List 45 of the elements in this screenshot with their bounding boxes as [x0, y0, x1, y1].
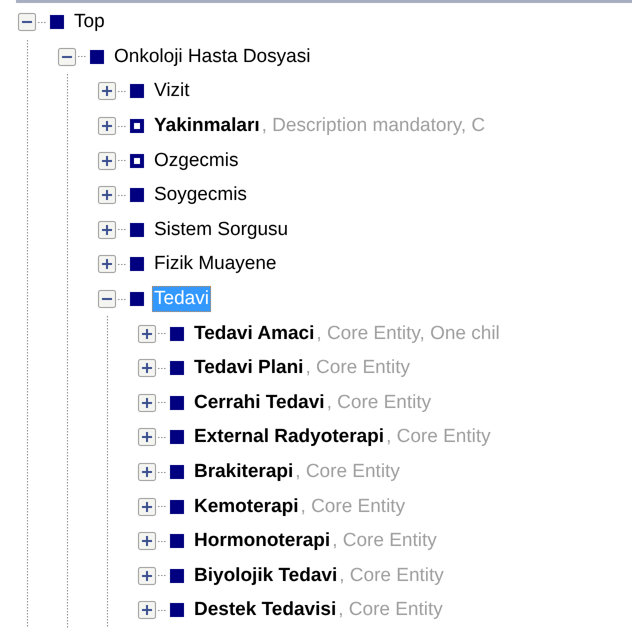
tree-item-label[interactable]: Hormonoterapi: [192, 528, 332, 554]
item-description: , Core Entity: [332, 530, 437, 552]
tree-item-label[interactable]: Ozgecmis: [152, 148, 240, 174]
tree-item-label[interactable]: Tedavi Amaci: [192, 320, 316, 347]
tree-item-label[interactable]: Yakinmaları: [152, 113, 262, 140]
tree-item-label[interactable]: Biyolojik Tedavi: [192, 562, 340, 589]
tree-item-label[interactable]: Tedavi Plani: [192, 355, 306, 382]
expand-button[interactable]: [138, 532, 156, 550]
tree-item-label[interactable]: Soygecmis: [152, 182, 249, 208]
tree-item-label[interactable]: Brakiterapi: [192, 459, 296, 486]
item-description: , Core Entity, One chil: [316, 322, 500, 345]
expand-button[interactable]: [138, 359, 156, 378]
expand-button[interactable]: [138, 394, 156, 412]
item-description: , Core Entity: [295, 461, 400, 484]
expand-button[interactable]: [138, 463, 156, 482]
tree-item-label[interactable]: Sistem Sorgusu: [152, 216, 290, 243]
expand-button[interactable]: [138, 498, 156, 516]
collapse-button[interactable]: [58, 48, 76, 66]
tree-item-label[interactable]: Vizit: [152, 78, 192, 104]
expand-button[interactable]: [98, 152, 116, 170]
tree-item-label[interactable]: Destek Tedavisi: [192, 597, 338, 624]
tree-item-label[interactable]: Fizik Muayene: [152, 251, 278, 278]
item-description: , Core Entity: [326, 392, 432, 414]
collapse-button[interactable]: [18, 13, 36, 32]
item-description: , Core Entity: [338, 599, 443, 622]
expand-button[interactable]: [138, 566, 156, 585]
item-description: , Core Entity: [300, 496, 406, 518]
expand-button[interactable]: [98, 220, 116, 239]
item-description: , Core Entity: [339, 564, 444, 587]
tree-item-label[interactable]: Onkoloji Hasta Dosyasi: [112, 44, 312, 70]
expand-button[interactable]: [98, 255, 116, 274]
expand-button[interactable]: [98, 117, 116, 136]
tree-item-label[interactable]: Top: [72, 9, 107, 36]
collapse-button[interactable]: [98, 290, 116, 308]
tree-item-label[interactable]: Kemoterapi: [192, 494, 301, 520]
expand-button[interactable]: [138, 601, 156, 620]
expand-button[interactable]: [98, 186, 116, 204]
tree-item-label[interactable]: External Radyoterapi: [192, 424, 386, 450]
expand-button[interactable]: [138, 324, 156, 343]
expand-button[interactable]: [98, 82, 116, 100]
item-description: , Description mandatory, C: [262, 115, 486, 138]
expand-button[interactable]: [138, 428, 156, 446]
item-description: , Core Entity: [305, 357, 410, 380]
item-description: , Core Entity: [386, 426, 491, 448]
tree-item-label[interactable]: Cerrahi Tedavi: [192, 390, 327, 416]
